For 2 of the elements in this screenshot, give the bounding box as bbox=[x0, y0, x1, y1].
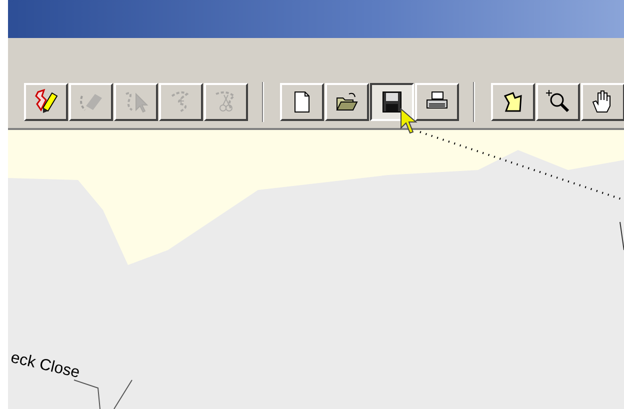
street-label: eck Close bbox=[9, 349, 82, 382]
map-canvas[interactable]: eck Close bbox=[8, 130, 624, 409]
